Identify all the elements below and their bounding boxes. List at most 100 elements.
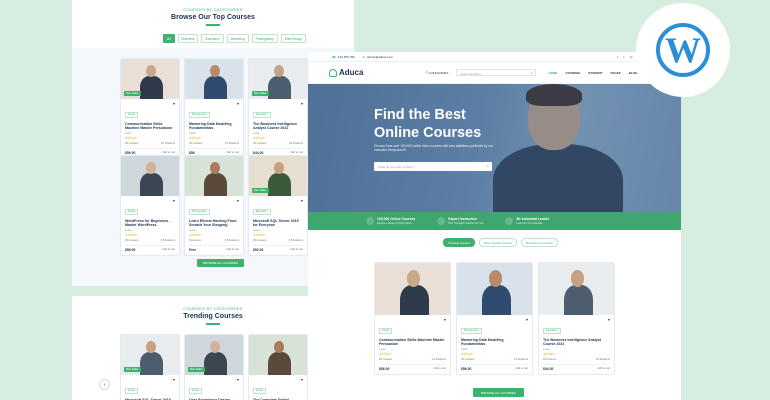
course-thumbnail[interactable] xyxy=(375,263,450,315)
add-to-cart-link[interactable]: Add to cart xyxy=(433,367,446,370)
add-to-cart-link[interactable]: Add to cart xyxy=(597,367,610,370)
course-thumbnail[interactable] xyxy=(539,263,614,315)
course-author[interactable]: Jakob xyxy=(189,132,239,135)
heart-icon[interactable]: ♥ xyxy=(301,102,303,106)
heart-icon[interactable]: ♥ xyxy=(237,199,239,203)
browse-all-button-main[interactable]: BROWSE ALL COURSES xyxy=(473,388,524,397)
course-thumbnail[interactable]: Best Seller xyxy=(121,335,179,375)
heart-icon[interactable]: ♥ xyxy=(173,199,175,203)
menu-pages[interactable]: PAGES xyxy=(610,71,620,75)
course-thumbnail[interactable] xyxy=(249,335,307,375)
course-card[interactable]: Photography ♥ Mastering Data Modeling Fu… xyxy=(184,58,244,159)
course-author[interactable]: Lewis xyxy=(379,348,446,351)
hero-search-input[interactable]: What do you want to learn? ⌕ xyxy=(374,162,492,171)
add-to-cart-link[interactable]: Add to cart xyxy=(226,248,239,251)
menu-courses[interactable]: COURSES xyxy=(565,71,580,75)
course-title[interactable]: The Business Intelligence Analyst Course… xyxy=(253,122,303,131)
chip-photography[interactable]: Photography xyxy=(251,34,278,43)
course-tag[interactable]: Social xyxy=(125,387,139,394)
course-tag[interactable]: Photography xyxy=(189,208,210,215)
lessons-count: 18 Lessons xyxy=(253,141,267,145)
add-to-cart-link[interactable]: Add to cart xyxy=(162,151,175,154)
course-card[interactable]: Best Seller Education ♥ Microsoft SQL Se… xyxy=(248,155,308,256)
chip-web-design[interactable]: Web Design xyxy=(280,34,307,43)
course-card[interactable]: Photography ♥ Learn Ethical Hacking From… xyxy=(184,155,244,256)
heart-icon[interactable]: ♥ xyxy=(526,318,528,322)
course-tag[interactable]: Social xyxy=(253,387,267,394)
heart-icon[interactable]: ♥ xyxy=(444,318,446,322)
course-author[interactable]: Lewis xyxy=(125,132,175,135)
course-thumbnail[interactable]: Best Seller xyxy=(249,59,307,99)
course-thumbnail[interactable]: Best Seller xyxy=(185,335,243,375)
course-thumbnail[interactable]: Best Seller xyxy=(121,59,179,99)
heart-icon[interactable]: ♥ xyxy=(301,199,303,203)
course-author[interactable]: Lewis xyxy=(543,348,610,351)
section-kicker: COURSES BY CATEGORIES xyxy=(183,7,243,12)
tab-most-recent[interactable]: Most Recent Courses xyxy=(520,238,558,247)
menu-home[interactable]: HOME xyxy=(548,71,557,75)
chip-business[interactable]: Business xyxy=(177,34,199,43)
course-card[interactable]: Social ♥ Communication Skills Machine Ma… xyxy=(374,262,451,375)
nav-search-input[interactable]: Search anything ⌕ xyxy=(456,69,537,76)
menu-student[interactable]: STUDENT xyxy=(588,71,602,75)
heart-icon[interactable]: ♥ xyxy=(173,102,175,106)
course-author[interactable]: Lewis xyxy=(189,229,239,232)
add-to-cart-link[interactable]: Add to cart xyxy=(515,367,528,370)
chip-all[interactable]: All xyxy=(163,34,175,43)
add-to-cart-link[interactable]: Add to cart xyxy=(162,248,175,251)
course-title[interactable]: The Business Intelligence Analyst Course… xyxy=(543,338,610,347)
course-author[interactable]: Lewis xyxy=(253,229,303,232)
search-icon[interactable]: ⌕ xyxy=(530,71,532,75)
course-author[interactable]: Lewis xyxy=(253,132,303,135)
course-title[interactable]: Microsoft SQL Server 2019 for Everyone xyxy=(253,219,303,228)
add-to-cart-link[interactable]: Add to cart xyxy=(226,151,239,154)
course-tag[interactable]: Photography xyxy=(189,111,210,118)
course-thumbnail[interactable]: Best Seller xyxy=(249,156,307,196)
course-title[interactable]: Learn Ethical Hacking From Scratch Your … xyxy=(189,219,239,228)
chip-education[interactable]: Education xyxy=(201,34,224,43)
course-tag[interactable]: Social xyxy=(189,387,203,394)
course-title[interactable]: Communication Skills Machine Master Pers… xyxy=(125,122,175,131)
heart-icon[interactable]: ♥ xyxy=(237,378,239,382)
course-author[interactable]: Lewis xyxy=(125,229,175,232)
heart-icon[interactable]: ♥ xyxy=(608,318,610,322)
carousel-prev-button[interactable]: ‹ xyxy=(99,379,110,390)
course-card[interactable]: Photography ♥ Mastering Data Modeling Fu… xyxy=(456,262,533,375)
course-title[interactable]: Communication Skills Machine Master Pers… xyxy=(379,338,446,347)
course-card[interactable]: Best Seller Social ♥ Microsoft SQL Serve… xyxy=(120,334,180,400)
course-thumbnail[interactable] xyxy=(457,263,532,315)
menu-blog[interactable]: BLOG xyxy=(629,71,638,75)
heart-icon[interactable]: ♥ xyxy=(237,102,239,106)
course-card[interactable]: Education ♥ The Business Intelligence An… xyxy=(538,262,615,375)
course-card[interactable]: Social ♥ WordPress for Beginners - Maste… xyxy=(120,155,180,256)
tab-trending[interactable]: Trending Courses xyxy=(443,238,476,247)
course-card[interactable]: Best Seller Education ♥ The Business Int… xyxy=(248,58,308,159)
categories-dropdown[interactable]: ☷ CATEGORIES xyxy=(425,71,448,75)
heart-icon[interactable]: ♥ xyxy=(301,378,303,382)
heart-icon[interactable]: ♥ xyxy=(173,378,175,382)
course-tag[interactable]: Education xyxy=(253,111,271,118)
site-logo[interactable]: Aduca xyxy=(329,68,363,77)
course-tag[interactable]: Education xyxy=(543,327,561,334)
course-title[interactable]: Mastering Data Modeling Fundamentals xyxy=(461,338,528,347)
search-icon[interactable]: ⌕ xyxy=(487,164,489,168)
course-card[interactable]: Best Seller Social ♥ Communication Skill… xyxy=(120,58,180,159)
course-thumbnail[interactable] xyxy=(185,59,243,99)
course-title[interactable]: WordPress for Beginners - Master WordPre… xyxy=(125,219,175,228)
course-tag[interactable]: Social xyxy=(379,327,393,334)
browse-all-button-left[interactable]: BROWSE ALL COURSES xyxy=(197,259,244,267)
course-thumbnail[interactable] xyxy=(121,156,179,196)
course-tag[interactable]: Education xyxy=(253,208,271,215)
course-card[interactable]: Best Seller Social ♥ User Experience Des… xyxy=(184,334,244,400)
chip-marketing[interactable]: Marketing xyxy=(226,34,249,43)
course-thumbnail[interactable] xyxy=(185,156,243,196)
course-tag[interactable]: Social xyxy=(125,208,139,215)
course-author[interactable]: Jakob xyxy=(461,348,528,351)
add-to-cart-link[interactable]: Add to cart xyxy=(290,248,303,251)
add-to-cart-link[interactable]: Add to cart xyxy=(290,151,303,154)
course-tag[interactable]: Photography xyxy=(461,327,482,334)
tab-most-popular[interactable]: Most Popular Courses xyxy=(479,238,517,247)
course-card[interactable]: Social ♥ The Complete Digital Finance Ma… xyxy=(248,334,308,400)
course-title[interactable]: Mastering Data Modeling Fundamentals xyxy=(189,122,239,131)
course-tag[interactable]: Social xyxy=(125,111,139,118)
